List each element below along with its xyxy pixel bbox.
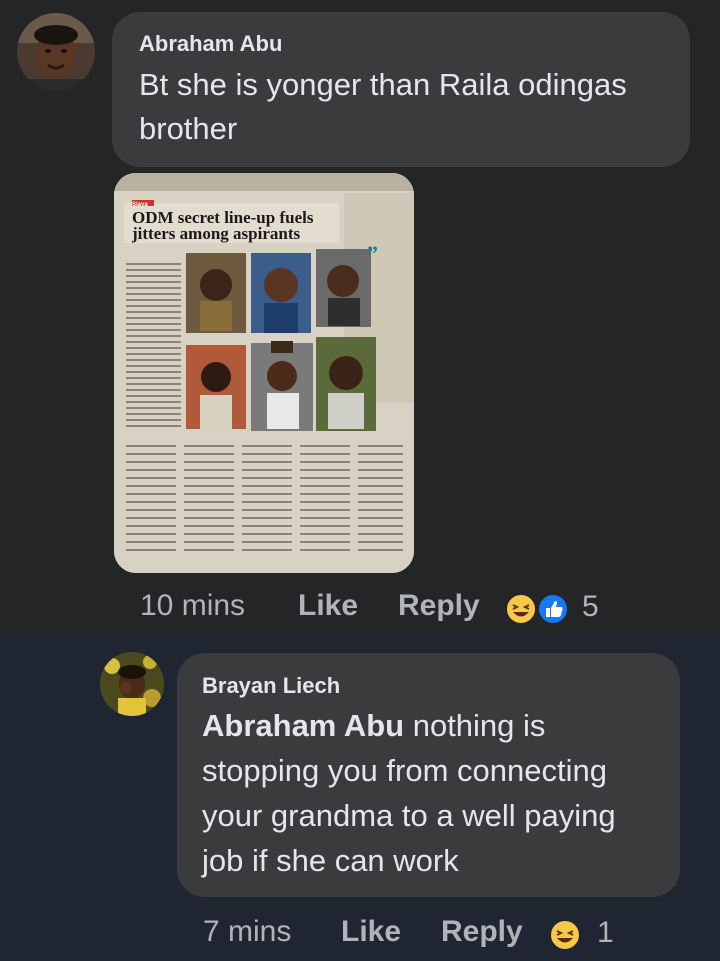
reply-text-line: Abraham Abu nothing is xyxy=(202,704,545,747)
reply-meta-row: 7 mins Like Reply xyxy=(203,915,603,951)
reply-text-line: stopping you from connecting xyxy=(202,753,607,788)
reply-timestamp[interactable]: 7 mins xyxy=(203,915,291,949)
newspaper-photo: ” Siaya ODM secret line-up fuels jitters… xyxy=(114,173,414,573)
like-button[interactable]: Like xyxy=(298,589,358,623)
reply-text-line: job if she can work xyxy=(202,843,459,878)
laughing-emoji-icon xyxy=(549,919,581,951)
reaction-summary[interactable]: 5 xyxy=(505,590,605,626)
mention-link[interactable]: Abraham Abu xyxy=(202,708,404,743)
reply-button[interactable]: Reply xyxy=(398,589,480,623)
newspaper-headline: jitters among aspirants xyxy=(131,224,300,243)
comment-timestamp[interactable]: 10 mins xyxy=(140,589,245,623)
reply-author[interactable]: Brayan Liech xyxy=(202,673,340,699)
like-thumb-icon xyxy=(537,593,569,625)
avatar-brayan-liech[interactable] xyxy=(100,652,164,716)
reply-text-line: your grandma to a well paying xyxy=(202,798,616,833)
reply-button[interactable]: Reply xyxy=(441,915,523,949)
reaction-summary[interactable]: 1 xyxy=(549,916,619,952)
reaction-count: 1 xyxy=(597,916,614,949)
comment-text-line: brother xyxy=(139,111,238,146)
reaction-count: 5 xyxy=(582,590,599,623)
quote-mark-icon: ” xyxy=(367,241,378,266)
comment-author[interactable]: Abraham Abu xyxy=(139,31,282,57)
reply-text-fragment: nothing is xyxy=(404,708,546,743)
like-button[interactable]: Like xyxy=(341,915,401,949)
avatar-photo xyxy=(100,652,164,716)
avatar-photo xyxy=(17,13,95,91)
laughing-emoji-icon xyxy=(505,593,537,625)
newspaper-photo-attachment[interactable]: ” Siaya ODM secret line-up fuels jitters… xyxy=(114,173,414,573)
comment-text-line: Bt she is yonger than Raila odingas xyxy=(139,67,627,102)
avatar-abraham-abu[interactable] xyxy=(17,13,95,91)
